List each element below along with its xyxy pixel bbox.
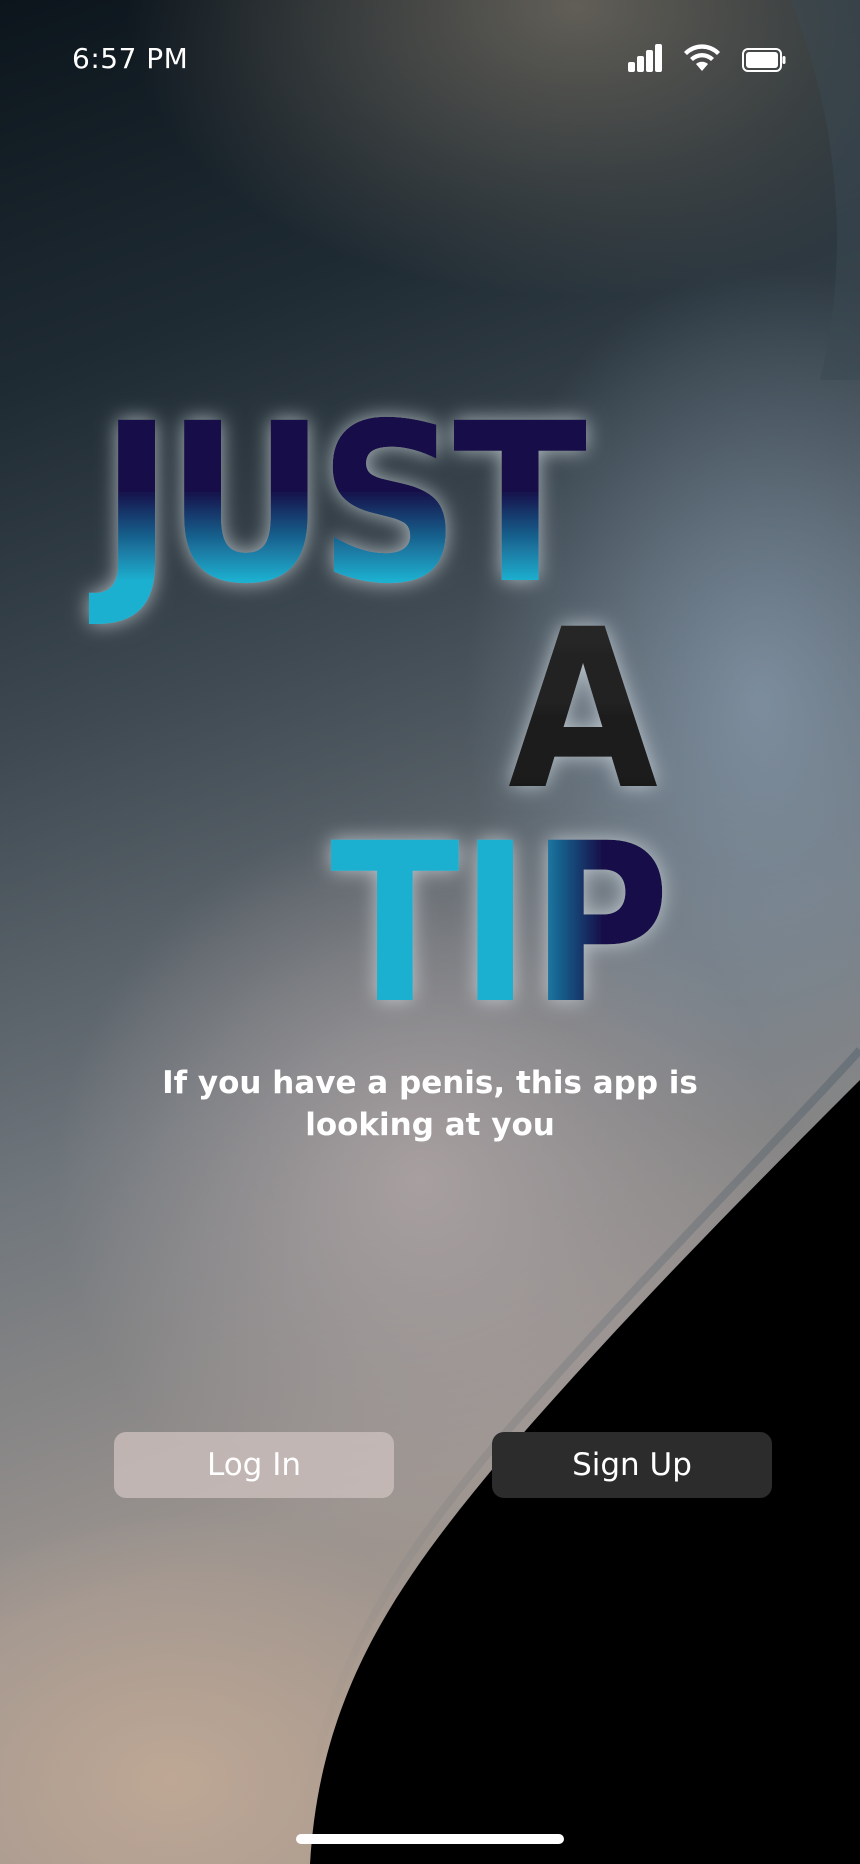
login-button[interactable]: Log In bbox=[114, 1432, 394, 1498]
tagline-line-2: looking at you bbox=[305, 1107, 555, 1143]
home-indicator[interactable] bbox=[296, 1834, 564, 1844]
signup-button[interactable]: Sign Up bbox=[492, 1432, 772, 1498]
welcome-screen: 6:57 PM JUST A TIP If you have a penis, … bbox=[0, 0, 860, 1864]
login-button-label: Log In bbox=[206, 1447, 301, 1483]
cellular-signal-icon bbox=[628, 44, 662, 72]
background-swoosh bbox=[296, 0, 860, 1864]
status-bar: 6:57 PM bbox=[0, 0, 860, 120]
battery-icon bbox=[742, 48, 786, 72]
wifi-icon bbox=[684, 44, 720, 71]
status-icons bbox=[628, 44, 786, 72]
signup-button-label: Sign Up bbox=[572, 1447, 692, 1483]
tagline-line-1: If you have a penis, this app is bbox=[162, 1065, 698, 1101]
tagline: If you have a penis, this app is looking… bbox=[130, 1062, 730, 1146]
status-time: 6:57 PM bbox=[72, 42, 189, 75]
